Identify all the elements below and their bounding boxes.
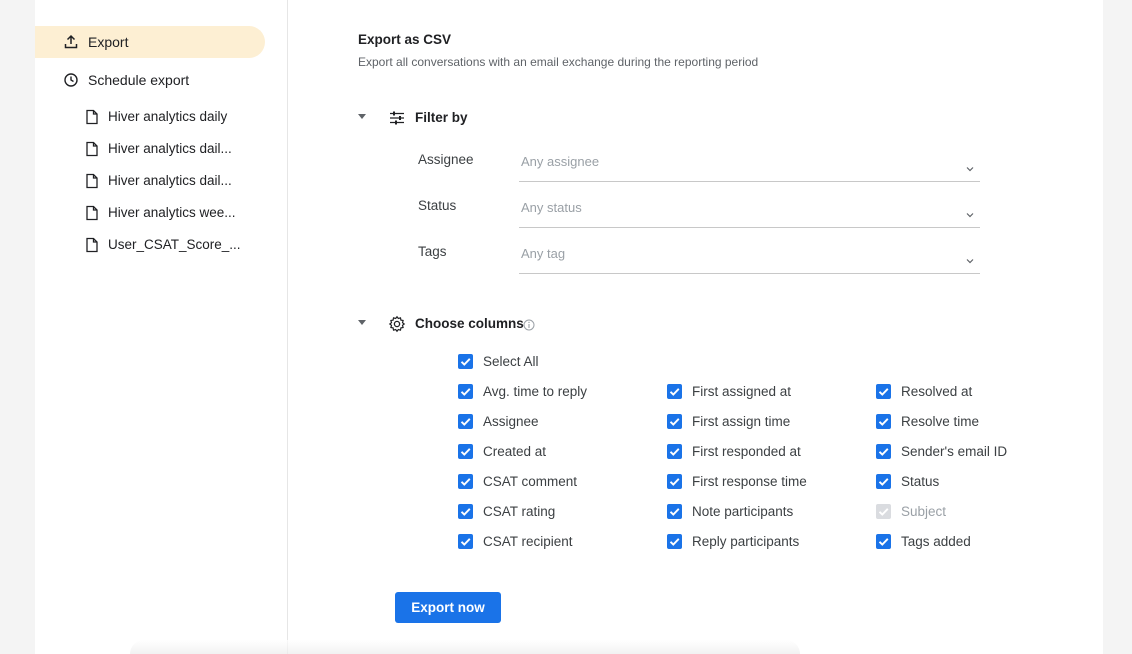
checkbox-label: CSAT rating bbox=[483, 504, 556, 519]
main-card: Export Schedule export Hiver analytics d… bbox=[35, 0, 1103, 654]
tags-select[interactable]: Any tag bbox=[519, 234, 980, 274]
checkbox-checked-icon bbox=[876, 384, 891, 399]
sidebar-item-label: Schedule export bbox=[88, 72, 190, 88]
status-label: Status bbox=[418, 198, 457, 213]
checkbox-checked-icon bbox=[458, 474, 473, 489]
filter-section-label: Filter by bbox=[415, 110, 468, 125]
document-icon bbox=[85, 237, 99, 253]
caret-down-icon bbox=[358, 114, 366, 119]
checkbox-checked-icon bbox=[667, 534, 682, 549]
tags-label: Tags bbox=[418, 244, 447, 259]
sidebar-item-schedule-export[interactable]: Schedule export bbox=[35, 64, 265, 96]
checkbox-checked-icon bbox=[667, 384, 682, 399]
checkbox-checked-icon bbox=[458, 414, 473, 429]
checkbox-label: Reply participants bbox=[692, 534, 800, 549]
status-placeholder: Any status bbox=[521, 200, 582, 215]
checkbox-label: Resolved at bbox=[901, 384, 973, 399]
chevron-down-icon bbox=[966, 252, 974, 264]
document-icon bbox=[85, 173, 99, 189]
columns-section-label: Choose columns bbox=[415, 316, 524, 331]
tags-placeholder: Any tag bbox=[521, 246, 566, 261]
chevron-down-icon bbox=[966, 160, 974, 172]
checkbox-label: Avg. time to reply bbox=[483, 384, 588, 399]
checkbox-label: First assign time bbox=[692, 414, 791, 429]
checkbox-checked-icon bbox=[876, 414, 891, 429]
checkbox-label: First responded at bbox=[692, 444, 801, 459]
checkbox-label: Sender's email ID bbox=[901, 444, 1008, 459]
schedule-item[interactable]: Hiver analytics dail... bbox=[35, 167, 288, 195]
checkbox-label: Assignee bbox=[483, 414, 539, 429]
status-select[interactable]: Any status bbox=[519, 188, 980, 228]
checkbox-checked-icon bbox=[667, 414, 682, 429]
schedule-item[interactable]: User_CSAT_Score_... bbox=[35, 231, 288, 259]
checkbox-label: Created at bbox=[483, 444, 547, 459]
checkbox-checked-icon bbox=[458, 534, 473, 549]
checkbox-label: Subject bbox=[901, 504, 947, 519]
document-icon bbox=[85, 141, 99, 157]
checkbox-label: Resolve time bbox=[901, 414, 980, 429]
sidebar: Export Schedule export Hiver analytics d… bbox=[35, 0, 288, 654]
assignee-label: Assignee bbox=[418, 152, 474, 167]
checkbox-label: Note participants bbox=[692, 504, 794, 519]
checkbox-checked-icon bbox=[458, 384, 473, 399]
sidebar-item-export[interactable]: Export bbox=[35, 26, 265, 58]
checkbox-checked-icon bbox=[667, 474, 682, 489]
export-now-button[interactable]: Export now bbox=[395, 592, 501, 623]
schedule-item-label: Hiver analytics wee... bbox=[108, 205, 236, 220]
sliders-icon bbox=[388, 109, 406, 127]
document-icon bbox=[85, 205, 99, 221]
info-icon[interactable] bbox=[523, 318, 535, 331]
checkbox-label: CSAT recipient bbox=[483, 534, 573, 549]
schedule-item[interactable]: Hiver analytics dail... bbox=[35, 135, 288, 163]
checkbox-checked-icon bbox=[876, 534, 891, 549]
columns-section-toggle[interactable]: Choose columns bbox=[358, 314, 578, 334]
checkbox-label: Tags added bbox=[901, 534, 971, 549]
checkbox-label: CSAT comment bbox=[483, 474, 578, 489]
document-icon bbox=[85, 109, 99, 125]
sidebar-item-label: Export bbox=[88, 34, 129, 50]
upload-icon bbox=[63, 34, 79, 50]
checkbox-checked-icon bbox=[876, 474, 891, 489]
schedule-item-label: User_CSAT_Score_... bbox=[108, 237, 241, 252]
schedule-item-label: Hiver analytics dail... bbox=[108, 173, 232, 188]
chevron-down-icon bbox=[966, 206, 974, 218]
checkbox-checked-icon bbox=[458, 504, 473, 519]
schedule-item[interactable]: Hiver analytics wee... bbox=[35, 199, 288, 227]
schedule-item[interactable]: Hiver analytics daily bbox=[35, 103, 288, 131]
clock-icon bbox=[63, 72, 79, 88]
checkbox-checked-icon bbox=[876, 444, 891, 459]
page-title: Export as CSV bbox=[358, 32, 452, 47]
gear-icon bbox=[388, 315, 406, 333]
checkbox-checked-icon bbox=[667, 504, 682, 519]
checkbox-checked-icon bbox=[667, 444, 682, 459]
filter-section-toggle[interactable]: Filter by bbox=[358, 108, 558, 128]
schedule-item-label: Hiver analytics dail... bbox=[108, 141, 232, 156]
checkbox-checked-icon bbox=[458, 444, 473, 459]
caret-down-icon bbox=[358, 320, 366, 325]
bottom-overlay-shadow bbox=[130, 640, 800, 654]
checkbox-label: First response time bbox=[692, 474, 807, 489]
checkbox-label: Status bbox=[901, 474, 940, 489]
schedule-item-label: Hiver analytics daily bbox=[108, 109, 228, 124]
assignee-placeholder: Any assignee bbox=[521, 154, 600, 169]
checkbox-checked-icon bbox=[458, 354, 473, 369]
checkbox-label: First assigned at bbox=[692, 384, 792, 399]
checkbox-label: Select All bbox=[483, 354, 539, 369]
page-subtitle: Export all conversations with an email e… bbox=[358, 55, 759, 69]
checkbox-checked-icon bbox=[876, 504, 891, 519]
assignee-select[interactable]: Any assignee bbox=[519, 142, 980, 182]
